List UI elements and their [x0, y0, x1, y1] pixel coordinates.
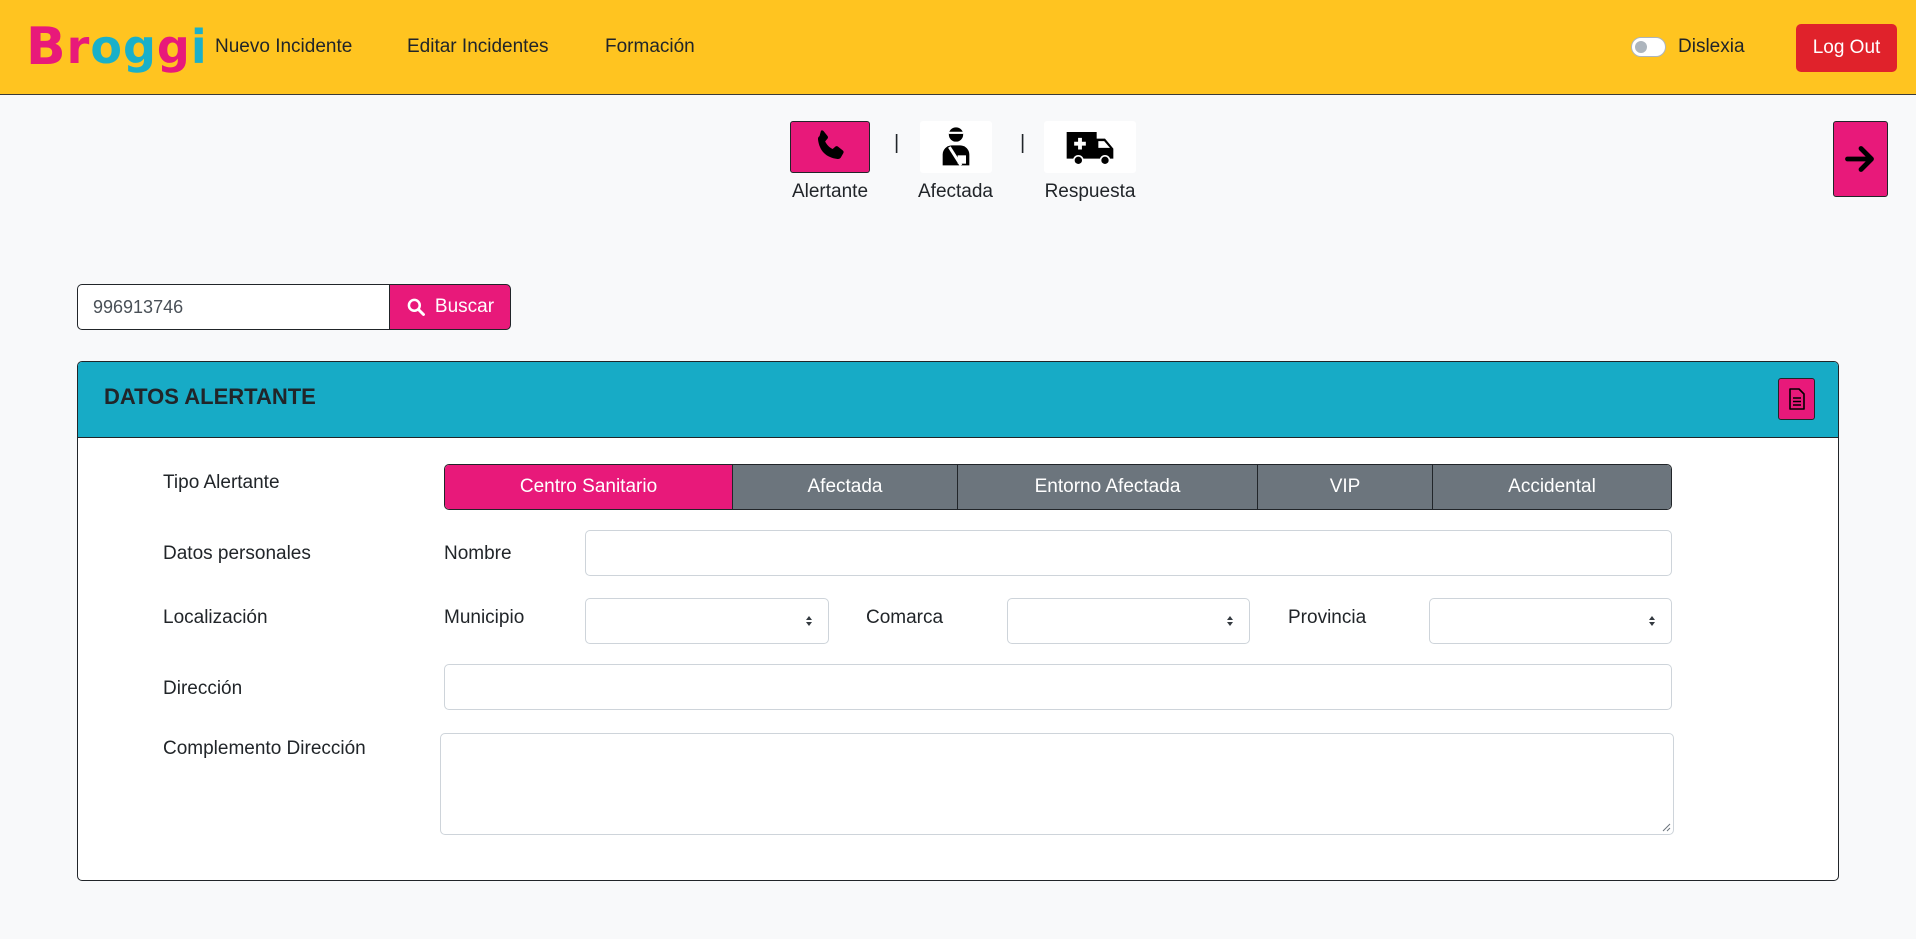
step-afectada[interactable]: Afectada	[918, 121, 993, 203]
resize-grip-icon[interactable]	[1661, 822, 1671, 832]
arrow-right-icon	[1844, 146, 1874, 172]
step-respuesta[interactable]: Respuesta	[1044, 121, 1136, 203]
search-icon	[407, 298, 425, 316]
dyslexia-label: Dislexia	[1678, 36, 1745, 57]
direccion-input[interactable]	[444, 664, 1672, 710]
next-step-button[interactable]	[1833, 121, 1888, 197]
tipo-option-vip[interactable]: VIP	[1258, 465, 1433, 509]
dyslexia-toggle-group: Dislexia	[1631, 36, 1745, 58]
localizacion-label: Localización	[163, 607, 268, 628]
step-alertante[interactable]: Alertante	[790, 121, 870, 203]
step-afectada-label: Afectada	[918, 181, 993, 202]
search-button-label: Buscar	[434, 296, 495, 317]
step-separator: |	[894, 132, 900, 154]
datos-alertante-card: DATOS ALERTANTE Tipo Alertante Centro Sa…	[77, 361, 1839, 881]
select-arrows-icon	[806, 616, 812, 626]
complemento-direccion-textarea[interactable]	[440, 733, 1674, 835]
step-respuesta-box[interactable]	[1044, 121, 1136, 173]
document-button[interactable]	[1778, 378, 1815, 420]
nav-formacion[interactable]: Formación	[605, 36, 695, 58]
phone-icon	[817, 130, 844, 160]
tipo-option-afectada[interactable]: Afectada	[733, 465, 958, 509]
nombre-label: Nombre	[444, 543, 512, 564]
step-alertante-label: Alertante	[791, 181, 869, 202]
provincia-select[interactable]	[1429, 598, 1672, 644]
card-header: DATOS ALERTANTE	[78, 362, 1838, 438]
logout-button[interactable]: Log Out	[1796, 24, 1897, 72]
step-alertante-box[interactable]	[790, 121, 870, 173]
nombre-input[interactable]	[585, 530, 1672, 576]
broggi-logo[interactable]: Broggi	[26, 17, 208, 77]
nav-editar-incidentes[interactable]: Editar Incidentes	[407, 36, 549, 58]
phone-search-input[interactable]	[77, 284, 390, 330]
provincia-label: Provincia	[1288, 607, 1367, 628]
comarca-select[interactable]	[1007, 598, 1250, 644]
comarca-label: Comarca	[866, 607, 944, 628]
datos-personales-label: Datos personales	[163, 543, 311, 564]
step-respuesta-label: Respuesta	[1044, 181, 1136, 202]
tipo-option-entorno-afectada[interactable]: Entorno Afectada	[958, 465, 1258, 509]
nav-nuevo-incidente[interactable]: Nuevo Incidente	[215, 36, 352, 58]
tipo-alertante-label: Tipo Alertante	[163, 472, 280, 493]
search-button[interactable]: Buscar	[389, 284, 511, 330]
injured-person-icon	[942, 127, 969, 167]
dyslexia-toggle[interactable]	[1631, 37, 1666, 57]
tipo-alertante-selector: Centro Sanitario Afectada Entorno Afecta…	[444, 464, 1672, 510]
step-afectada-box[interactable]	[919, 121, 992, 173]
step-separator: |	[1020, 132, 1026, 154]
tipo-option-centro-sanitario[interactable]: Centro Sanitario	[445, 465, 733, 509]
tipo-option-accidental[interactable]: Accidental	[1433, 465, 1671, 509]
select-arrows-icon	[1227, 616, 1233, 626]
document-icon	[1788, 388, 1805, 410]
card-title: DATOS ALERTANTE	[104, 384, 316, 409]
municipio-label: Municipio	[444, 607, 525, 628]
ambulance-icon	[1066, 132, 1114, 166]
select-arrows-icon	[1649, 616, 1655, 626]
municipio-select[interactable]	[585, 598, 829, 644]
complemento-direccion-label: Complemento Dirección	[163, 738, 366, 759]
navbar: Broggi Nuevo Incidente Editar Incidentes…	[0, 0, 1916, 95]
direccion-label: Dirección	[163, 678, 243, 699]
